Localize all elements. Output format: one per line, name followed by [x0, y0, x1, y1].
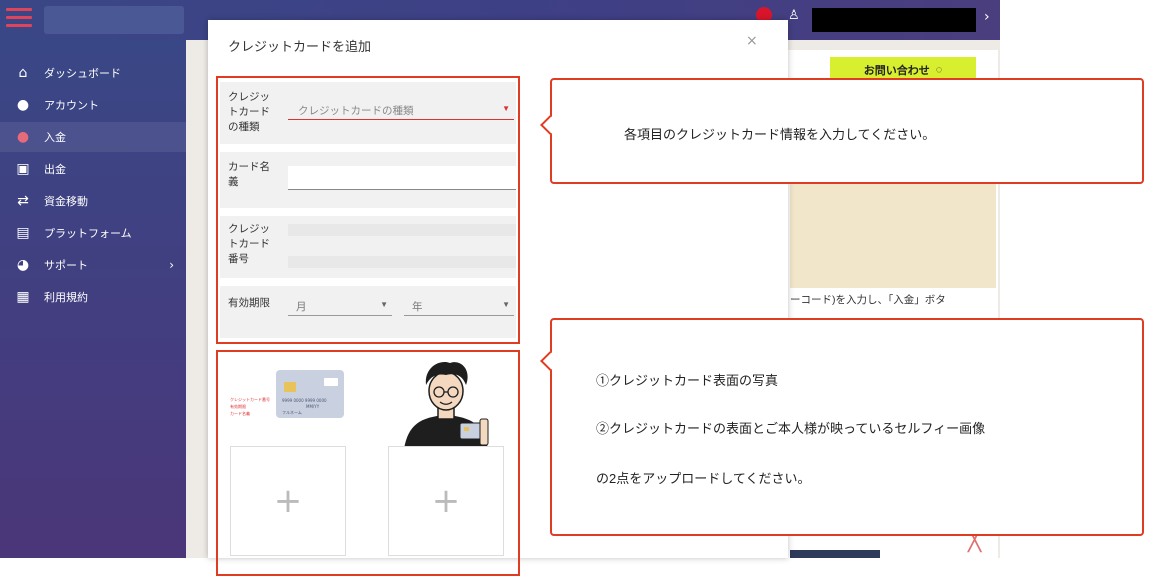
- sidebar-item-platform[interactable]: ▤ プラットフォーム: [0, 218, 186, 248]
- user-name-redacted[interactable]: [812, 8, 976, 32]
- sidebar-item-transfer[interactable]: ⇄ 資金移動: [0, 186, 186, 216]
- sidebar-item-label: サポート: [44, 260, 88, 272]
- form-instruction-text: 各項目のクレジットカード情報を入力してください。: [624, 127, 936, 142]
- platform-icon: ▤: [16, 225, 30, 241]
- upload-instruction-line1: ①クレジットカード表面の写真: [596, 373, 779, 388]
- upload-instruction-line3: の2点をアップロードしてください。: [596, 471, 811, 486]
- sidebar-item-support[interactable]: ◕ サポート ›: [0, 250, 186, 280]
- withdraw-icon: ▣: [16, 161, 30, 177]
- modal-close-icon[interactable]: ×: [746, 33, 758, 49]
- form-instruction-callout: 各項目のクレジットカード情報を入力してください。: [540, 78, 1144, 184]
- background-instruction-text: ーコード)を入力し、「入金」ボタ: [790, 294, 946, 306]
- upload-highlight-box: [216, 350, 520, 576]
- sidebar-item-label: アカウント: [44, 100, 99, 112]
- info-panel: [790, 178, 996, 288]
- chevron-right-icon: ›: [169, 258, 174, 272]
- sidebar-item-deposit[interactable]: ● 入金: [0, 122, 186, 152]
- sidebar-item-dashboard[interactable]: ⌂ ダッシュボード: [0, 58, 186, 88]
- form-highlight-box: [216, 76, 520, 344]
- home-icon: ⌂: [18, 65, 28, 81]
- sidebar-item-label: プラットフォーム: [44, 228, 132, 240]
- topbar-search-field[interactable]: [44, 6, 184, 34]
- sidebar-item-withdraw[interactable]: ▣ 出金: [0, 154, 186, 184]
- sidebar: ⌂ ダッシュボード ● アカウント ● 入金 ▣ 出金 ⇄ 資金移動 ▤ プラッ…: [0, 40, 186, 558]
- sidebar-item-label: 利用規約: [44, 292, 88, 304]
- transfer-icon: ⇄: [17, 193, 29, 209]
- sidebar-item-label: 入金: [44, 132, 66, 144]
- user-icon[interactable]: ♙: [788, 8, 800, 23]
- user-menu-chevron-icon[interactable]: ›: [984, 9, 990, 25]
- account-icon: ●: [16, 97, 30, 113]
- sidebar-item-label: ダッシュボード: [44, 68, 121, 80]
- modal-title: クレジットカードを追加: [228, 39, 372, 54]
- sidebar-item-terms[interactable]: ▦ 利用規約: [0, 282, 186, 312]
- upload-instruction-callout: ①クレジットカード表面の写真 ②クレジットカードの表面とご本人様が映っているセル…: [540, 318, 1144, 536]
- upload-instruction-line2: ②クレジットカードの表面とご本人様が映っているセルフィー画像: [596, 421, 986, 436]
- background-button: [790, 550, 880, 558]
- deposit-icon: ●: [16, 129, 30, 145]
- chat-bubble-icon: ◌: [935, 64, 943, 76]
- sidebar-item-account[interactable]: ● アカウント: [0, 90, 186, 120]
- hamburger-menu-icon[interactable]: [6, 8, 32, 28]
- sidebar-item-label: 出金: [44, 164, 66, 176]
- support-icon: ◕: [16, 257, 30, 273]
- contact-button-label: お問い合わせ: [863, 65, 930, 77]
- sidebar-item-label: 資金移動: [44, 196, 88, 208]
- terms-icon: ▦: [16, 289, 30, 305]
